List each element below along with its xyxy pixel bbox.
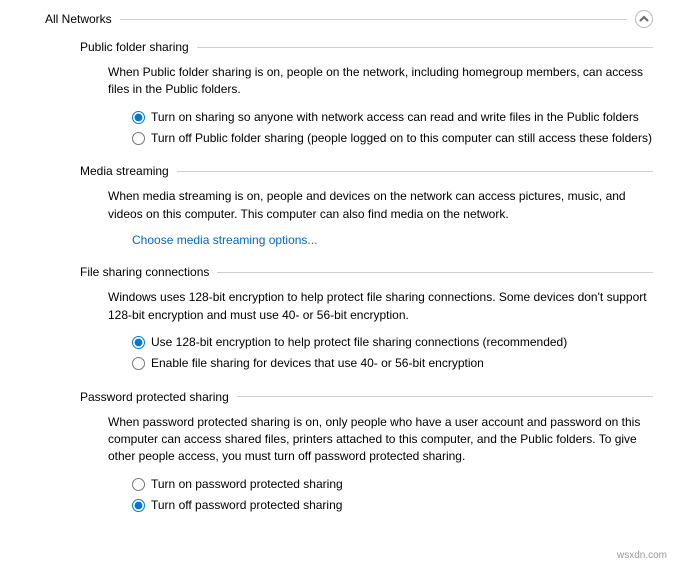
section-title: Password protected sharing [80, 390, 237, 404]
section-public-folder-sharing: Public folder sharing When Public folder… [80, 40, 653, 146]
divider [120, 19, 627, 20]
radio-label: Turn on password protected sharing [151, 476, 343, 493]
link-media-streaming-options[interactable]: Choose media streaming options... [132, 233, 317, 247]
section-title: File sharing connections [80, 265, 217, 279]
radio-password-sharing-on[interactable]: Turn on password protected sharing [132, 476, 653, 493]
advanced-sharing-panel: All Networks Public folder sharing When … [0, 0, 673, 551]
section-header: Public folder sharing [80, 40, 653, 54]
section-description: Windows uses 128-bit encryption to help … [108, 289, 653, 324]
section-description: When password protected sharing is on, o… [108, 414, 653, 466]
radio-input[interactable] [132, 478, 145, 491]
radio-input[interactable] [132, 336, 145, 349]
chevron-up-icon [639, 14, 649, 24]
section-title: Media streaming [80, 164, 177, 178]
watermark: wsxdn.com [617, 550, 667, 561]
radio-label: Turn on sharing so anyone with network a… [151, 109, 639, 126]
section-header: File sharing connections [80, 265, 653, 279]
collapse-button[interactable] [635, 10, 653, 28]
radio-label: Use 128-bit encryption to help protect f… [151, 334, 567, 351]
radio-128bit-encryption[interactable]: Use 128-bit encryption to help protect f… [132, 334, 653, 351]
radio-input[interactable] [132, 499, 145, 512]
radio-label: Turn off password protected sharing [151, 497, 342, 514]
section-title: Public folder sharing [80, 40, 197, 54]
section-file-sharing-connections: File sharing connections Windows uses 12… [80, 265, 653, 371]
section-header: Media streaming [80, 164, 653, 178]
radio-public-sharing-off[interactable]: Turn off Public folder sharing (people l… [132, 130, 653, 147]
radio-public-sharing-on[interactable]: Turn on sharing so anyone with network a… [132, 109, 653, 126]
profile-title: All Networks [45, 12, 120, 26]
section-media-streaming: Media streaming When media streaming is … [80, 164, 653, 247]
divider [217, 272, 653, 273]
radio-4056bit-encryption[interactable]: Enable file sharing for devices that use… [132, 355, 653, 372]
divider [197, 47, 653, 48]
radio-input[interactable] [132, 357, 145, 370]
radio-input[interactable] [132, 111, 145, 124]
profile-header: All Networks [45, 10, 653, 28]
divider [177, 171, 653, 172]
section-description: When media streaming is on, people and d… [108, 188, 653, 223]
section-description: When Public folder sharing is on, people… [108, 64, 653, 99]
radio-input[interactable] [132, 132, 145, 145]
section-header: Password protected sharing [80, 390, 653, 404]
radio-label: Enable file sharing for devices that use… [151, 355, 484, 372]
radio-label: Turn off Public folder sharing (people l… [151, 130, 652, 147]
radio-password-sharing-off[interactable]: Turn off password protected sharing [132, 497, 653, 514]
divider [237, 396, 653, 397]
section-password-protected-sharing: Password protected sharing When password… [80, 390, 653, 514]
